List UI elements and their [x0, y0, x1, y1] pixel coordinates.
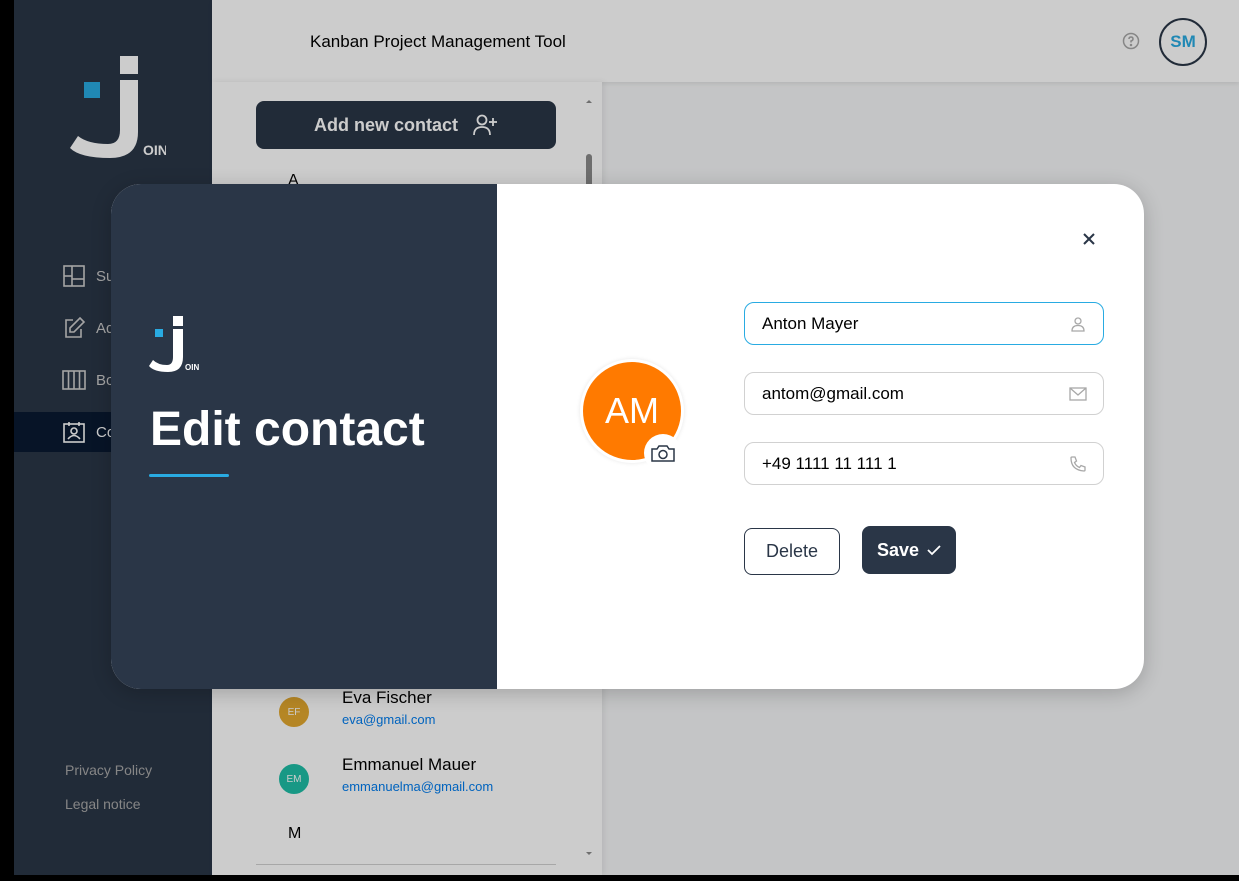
change-photo-button[interactable] [644, 434, 682, 472]
name-input[interactable] [762, 313, 1042, 334]
name-field[interactable] [744, 302, 1104, 345]
phone-field[interactable] [744, 442, 1104, 485]
delete-button[interactable]: Delete [744, 528, 840, 575]
join-logo: OIN [149, 316, 199, 372]
email-input[interactable] [762, 383, 1042, 404]
phone-input[interactable] [762, 453, 1042, 474]
phone-icon [1070, 455, 1086, 472]
title-underline [149, 474, 229, 477]
close-button[interactable] [1077, 227, 1101, 251]
save-button[interactable]: Save [862, 526, 956, 574]
close-icon [1083, 233, 1095, 245]
camera-icon [651, 445, 675, 462]
person-icon [1071, 316, 1085, 332]
mail-icon [1069, 386, 1087, 401]
edit-contact-dialog: OIN Edit contact AM Delete Save [111, 184, 1144, 689]
email-field[interactable] [744, 372, 1104, 415]
dialog-banner: OIN Edit contact [111, 184, 497, 689]
save-label: Save [876, 539, 920, 560]
dialog-title: Edit contact [150, 403, 425, 456]
check-icon [927, 545, 941, 556]
logo-text: OIN [185, 363, 199, 372]
